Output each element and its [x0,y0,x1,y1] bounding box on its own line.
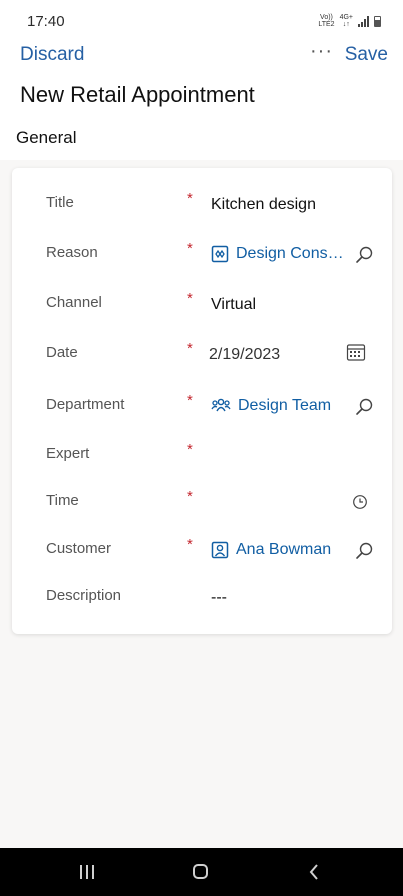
save-button[interactable]: Save [345,44,388,66]
field-label: Customer [46,540,112,557]
required-marker: * [187,441,193,458]
date-value[interactable]: 2/19/2023 [209,346,280,364]
required-marker: * [187,190,193,207]
required-marker: * [187,290,193,307]
search-icon[interactable] [354,245,374,265]
field-label: Reason [46,244,98,261]
required-marker: * [187,488,193,505]
required-marker: * [187,340,193,357]
back-icon[interactable] [308,863,320,886]
department-link[interactable]: Design Team [238,397,331,415]
tab-general[interactable]: General [16,128,76,148]
search-icon[interactable] [354,541,374,561]
team-icon [211,398,231,412]
field-date[interactable]: Date * 2/19/2023 [12,340,392,370]
calendar-icon[interactable] [346,342,366,362]
field-label: Title [46,194,74,211]
field-expert[interactable]: Expert * [12,441,392,471]
field-label: Expert [46,445,90,462]
reason-lookup-value[interactable]: Design Consu... [211,245,344,263]
form-card: Title * Kitchen design Reason * Design C… [12,168,392,634]
discard-button[interactable]: Discard [20,44,84,66]
field-customer[interactable]: Customer * Ana Bowman [12,536,392,566]
more-options-button[interactable]: ··· [310,40,333,63]
clock-icon[interactable] [352,494,372,514]
volte-indicator: Vo)) LTE2 [318,14,335,28]
search-icon[interactable] [354,397,374,417]
contact-icon [211,541,229,559]
signal-icon [358,15,369,27]
field-title[interactable]: Title * Kitchen design [12,190,392,220]
status-icons: Vo)) LTE2 4G+ ↓↑ [318,14,381,28]
product-icon [211,245,229,263]
department-lookup-value[interactable]: Design Team [211,397,331,415]
field-time[interactable]: Time * [12,488,392,518]
field-label: Time [46,492,79,509]
page-title: New Retail Appointment [20,82,255,107]
field-label: Date [46,344,78,361]
status-bar: 17:40 Vo)) LTE2 4G+ ↓↑ [0,0,403,40]
title-value[interactable]: Kitchen design [211,196,316,214]
required-marker: * [187,536,193,553]
field-channel[interactable]: Channel * Virtual [12,290,392,320]
status-time: 17:40 [27,13,65,30]
customer-lookup-value[interactable]: Ana Bowman [211,541,331,559]
field-department[interactable]: Department * Design Team [12,392,392,422]
recent-apps-icon[interactable] [80,865,94,879]
network-indicator: 4G+ ↓↑ [339,14,353,28]
required-marker: * [187,240,193,257]
battery-icon [374,15,381,27]
field-label: Channel [46,294,102,311]
reason-link[interactable]: Design Consu... [236,245,344,263]
field-description[interactable]: Description --- [12,583,392,613]
required-marker: * [187,392,193,409]
home-icon[interactable] [193,864,208,879]
customer-link[interactable]: Ana Bowman [236,541,331,559]
field-label: Department [46,396,125,413]
android-nav-bar [0,848,403,896]
field-reason[interactable]: Reason * Design Consu... [12,240,392,270]
command-bar: Discard ··· Save [0,40,403,72]
description-value[interactable]: --- [211,589,227,607]
channel-value[interactable]: Virtual [211,296,256,314]
field-label: Description [46,587,122,604]
